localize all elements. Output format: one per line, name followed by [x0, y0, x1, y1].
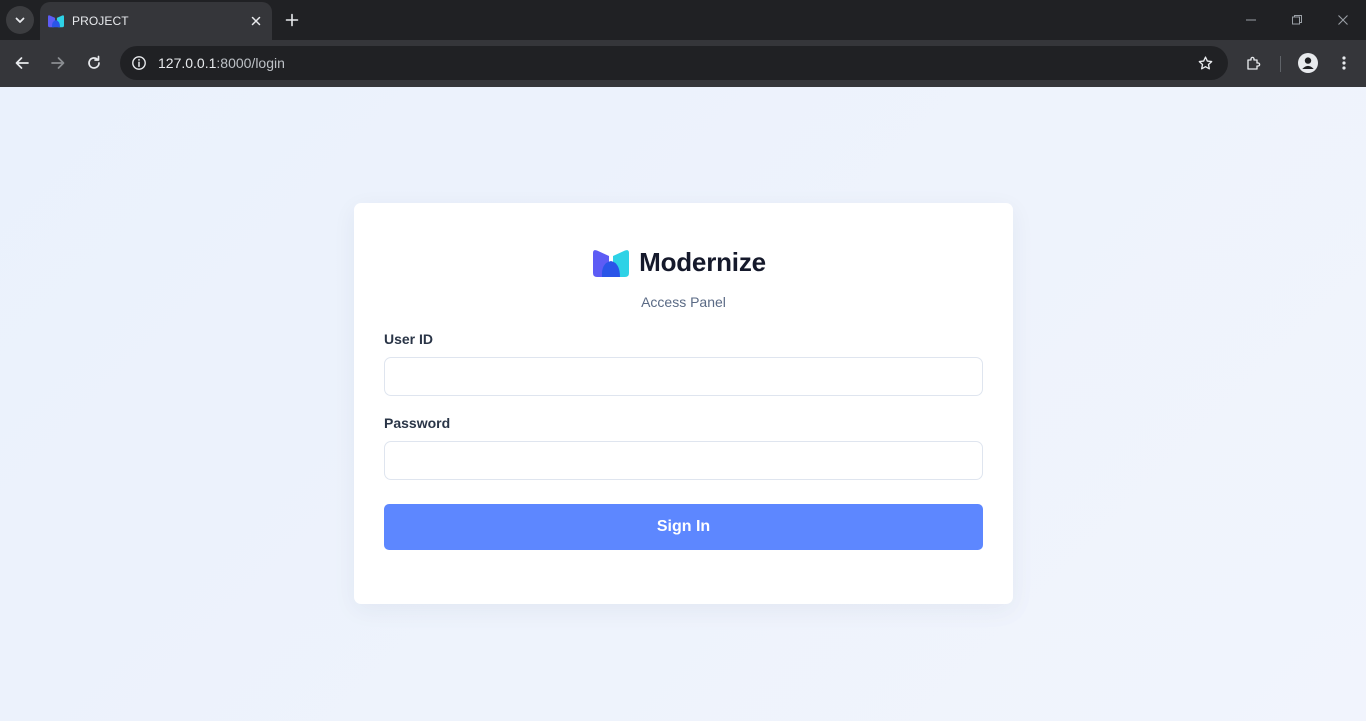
- kebab-menu-icon: [1342, 56, 1346, 70]
- url-path: :8000/login: [216, 55, 285, 71]
- sign-in-button[interactable]: Sign In: [384, 504, 983, 550]
- bookmark-button[interactable]: [1194, 52, 1216, 74]
- user-id-input[interactable]: [384, 357, 983, 396]
- browser-tab-active[interactable]: PROJECT: [40, 2, 272, 40]
- close-icon: [251, 16, 261, 26]
- browser-menu-button[interactable]: [1330, 49, 1358, 77]
- arrow-left-icon: [15, 57, 29, 69]
- extensions-button[interactable]: [1240, 49, 1268, 77]
- restore-icon: [1292, 15, 1302, 25]
- puzzle-icon: [1247, 56, 1261, 70]
- password-label: Password: [384, 415, 451, 431]
- modernize-logo-icon: [48, 15, 64, 28]
- profile-button[interactable]: [1294, 49, 1322, 77]
- info-icon: [132, 56, 146, 70]
- browser-tab-bar: PROJECT: [0, 0, 1366, 40]
- toolbar-divider: [1280, 56, 1281, 72]
- password-input[interactable]: [384, 441, 983, 480]
- browser-toolbar: 127.0.0.1:8000/login: [0, 40, 1366, 87]
- back-button[interactable]: [8, 49, 36, 77]
- new-tab-button[interactable]: [280, 8, 304, 32]
- login-card: Modernize Access Panel User ID Password …: [354, 203, 1013, 604]
- user-id-label: User ID: [384, 331, 434, 347]
- arrow-right-icon: [51, 57, 65, 69]
- reload-button[interactable]: [80, 49, 108, 77]
- plus-icon: [285, 13, 299, 27]
- star-icon: [1198, 55, 1212, 69]
- tab-search-button[interactable]: [6, 6, 34, 34]
- person-icon: [1298, 53, 1318, 73]
- reload-icon: [88, 55, 100, 69]
- chevron-down-icon: [15, 17, 25, 23]
- site-info-button[interactable]: [128, 52, 150, 74]
- brand-name: Modernize: [639, 247, 766, 277]
- close-icon: [1338, 15, 1348, 25]
- page-subtitle: Access Panel: [641, 294, 726, 310]
- modernize-logo-icon: [593, 249, 630, 277]
- restore-button[interactable]: [1274, 0, 1320, 40]
- forward-button[interactable]: [44, 49, 72, 77]
- url-text[interactable]: 127.0.0.1:8000/login: [158, 55, 285, 71]
- minimize-icon: [1246, 19, 1256, 21]
- address-bar[interactable]: 127.0.0.1:8000/login: [120, 46, 1228, 80]
- brand-header: Modernize: [354, 247, 1013, 278]
- minimize-button[interactable]: [1228, 0, 1274, 40]
- url-host: 127.0.0.1: [158, 55, 217, 71]
- tab-close-button[interactable]: [248, 13, 264, 29]
- page-viewport: Modernize Access Panel User ID Password …: [0, 87, 1366, 721]
- tab-title: PROJECT: [72, 14, 129, 28]
- window-close-button[interactable]: [1320, 0, 1366, 40]
